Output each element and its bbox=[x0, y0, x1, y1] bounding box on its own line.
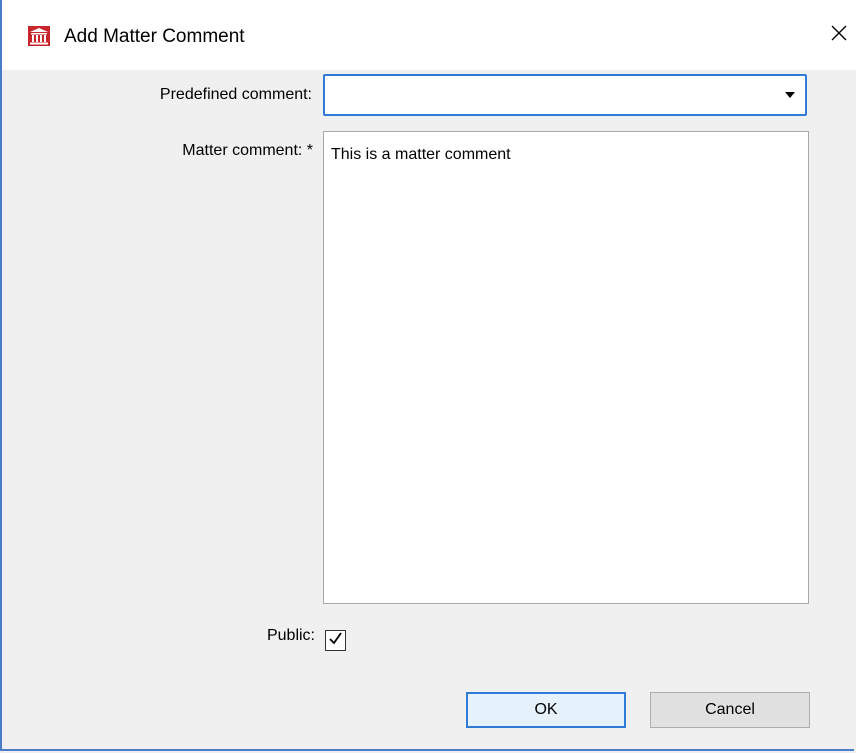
add-matter-comment-dialog: Add Matter Comment Predefined comment: M… bbox=[0, 0, 856, 751]
public-checkbox[interactable] bbox=[325, 630, 346, 651]
close-button[interactable] bbox=[824, 20, 854, 50]
cancel-button[interactable]: Cancel bbox=[650, 692, 810, 728]
window-title: Add Matter Comment bbox=[64, 26, 245, 47]
predefined-comment-select[interactable] bbox=[323, 74, 807, 116]
ok-button[interactable]: OK bbox=[466, 692, 626, 728]
matter-comment-textarea[interactable]: This is a matter comment bbox=[323, 131, 809, 604]
close-icon bbox=[830, 24, 848, 47]
courthouse-icon bbox=[28, 26, 50, 46]
public-label: Public: bbox=[266, 627, 315, 644]
dropdown-arrow-icon[interactable] bbox=[785, 92, 795, 98]
checkmark-icon bbox=[328, 631, 343, 651]
predefined-comment-label: Predefined comment: bbox=[159, 86, 312, 103]
title-bar: Add Matter Comment bbox=[2, 0, 856, 70]
matter-comment-label: Matter comment: * bbox=[182, 142, 313, 159]
matter-comment-value: This is a matter comment bbox=[331, 146, 511, 163]
